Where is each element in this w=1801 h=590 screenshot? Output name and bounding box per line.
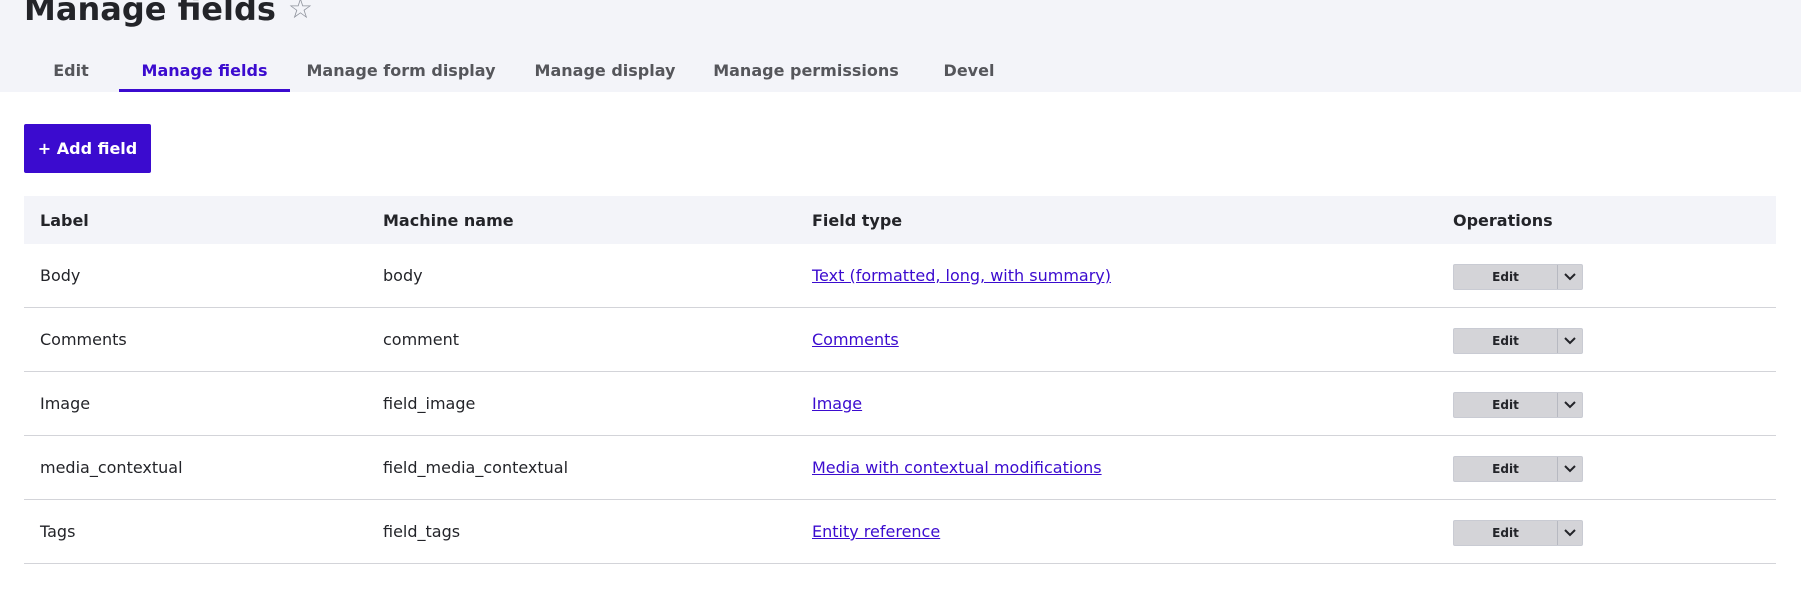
edit-button[interactable]: Edit <box>1454 265 1558 289</box>
row-machine-name: body <box>383 266 423 285</box>
edit-button[interactable]: Edit <box>1454 457 1558 481</box>
page-title-text: Manage fields <box>24 0 276 28</box>
row-field-type: Media with contextual modifications <box>812 436 1102 499</box>
operations-toggle[interactable] <box>1558 393 1582 417</box>
operations-dropbutton: Edit <box>1453 392 1583 418</box>
row-label: Body <box>40 266 81 285</box>
row-machine-name: field_tags <box>383 522 461 541</box>
row-label: Image <box>40 394 91 413</box>
table-row: Comments comment Comments Edit <box>24 308 1776 372</box>
table-header: Label Machine name Field type Operations <box>24 196 1776 244</box>
row-label: media_contextual <box>40 458 183 477</box>
row-field-type: Entity reference <box>812 500 940 563</box>
row-field-type: Comments <box>812 308 899 371</box>
tab-devel[interactable]: Devel <box>914 48 1024 92</box>
header-machine-name: Machine name <box>383 210 514 230</box>
header-label: Label <box>40 210 89 230</box>
field-type-link[interactable]: Media with contextual modifications <box>812 458 1102 477</box>
chevron-down-icon <box>1564 337 1576 345</box>
row-machine-name: comment <box>383 330 460 349</box>
operations-dropbutton: Edit <box>1453 520 1583 546</box>
chevron-down-icon <box>1564 273 1576 281</box>
row-label: Tags <box>40 522 76 541</box>
operations-dropbutton: Edit <box>1453 328 1583 354</box>
field-type-link[interactable]: Entity reference <box>812 522 940 541</box>
tab-manage-display[interactable]: Manage display <box>512 48 698 92</box>
tab-manage-fields[interactable]: Manage fields <box>119 48 290 92</box>
operations-dropbutton: Edit <box>1453 456 1583 482</box>
field-type-link[interactable]: Image <box>812 394 862 413</box>
operations-toggle[interactable] <box>1558 521 1582 545</box>
star-icon[interactable]: ☆ <box>288 0 313 23</box>
edit-button[interactable]: Edit <box>1454 329 1558 353</box>
operations-toggle[interactable] <box>1558 329 1582 353</box>
edit-button[interactable]: Edit <box>1454 393 1558 417</box>
page-title: Manage fields ☆ <box>24 0 313 32</box>
row-field-type: Image <box>812 372 862 435</box>
tab-manage-form-display[interactable]: Manage form display <box>290 48 512 92</box>
row-machine-name: field_image <box>383 394 476 413</box>
table-row: Image field_image Image Edit <box>24 372 1776 436</box>
table-row: media_contextual field_media_contextual … <box>24 436 1776 500</box>
edit-button[interactable]: Edit <box>1454 521 1558 545</box>
field-type-link[interactable]: Text (formatted, long, with summary) <box>812 266 1111 285</box>
operations-toggle[interactable] <box>1558 265 1582 289</box>
field-type-link[interactable]: Comments <box>812 330 899 349</box>
fields-table: Label Machine name Field type Operations… <box>24 196 1776 564</box>
chevron-down-icon <box>1564 529 1576 537</box>
operations-toggle[interactable] <box>1558 457 1582 481</box>
page-header: Manage fields ☆ Edit Manage fields Manag… <box>0 0 1801 92</box>
operations-dropbutton: Edit <box>1453 264 1583 290</box>
header-field-type: Field type <box>812 210 903 230</box>
row-machine-name: field_media_contextual <box>383 458 569 477</box>
table-row: Tags field_tags Entity reference Edit <box>24 500 1776 564</box>
tab-edit[interactable]: Edit <box>24 48 118 92</box>
chevron-down-icon <box>1564 401 1576 409</box>
chevron-down-icon <box>1564 465 1576 473</box>
table-row: Body body Text (formatted, long, with su… <box>24 244 1776 308</box>
add-field-button[interactable]: + Add field <box>24 124 151 173</box>
tab-manage-permissions[interactable]: Manage permissions <box>698 48 914 92</box>
row-field-type: Text (formatted, long, with summary) <box>812 244 1111 307</box>
header-operations: Operations <box>1453 210 1553 230</box>
row-label: Comments <box>40 330 127 349</box>
